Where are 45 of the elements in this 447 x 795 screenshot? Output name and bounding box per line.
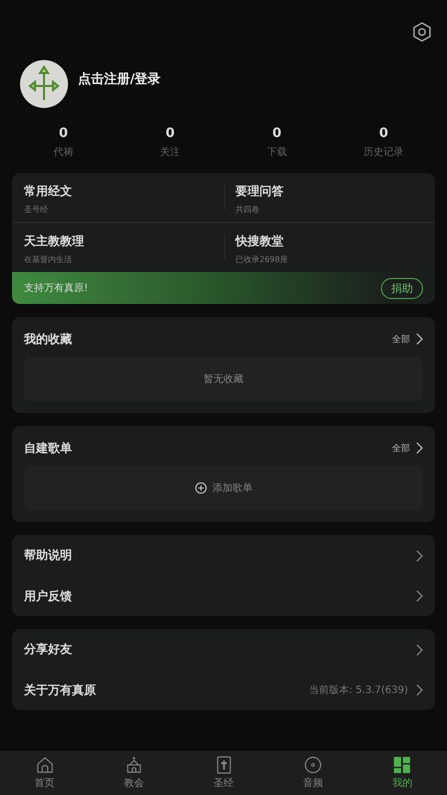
disc-icon	[304, 756, 322, 774]
tab[interactable]: 圣经	[178, 751, 268, 795]
section-title: 自建歌单	[24, 440, 73, 456]
shortcut-title[interactable]: 要理问答	[236, 183, 423, 200]
shortcut-subtitle: 圣号经	[24, 204, 49, 215]
shortcut-subtitle: 在基督内生活	[24, 254, 73, 265]
chevron-right-icon[interactable]	[416, 644, 423, 656]
stat-value[interactable]: 0	[58, 126, 68, 141]
shortcut-subtitle: 已收录2698座	[236, 254, 289, 265]
plus-circle-icon[interactable]	[194, 482, 206, 494]
add-playlist-label[interactable]: 添加歌单	[212, 481, 252, 495]
tab[interactable]: 首页	[0, 751, 90, 795]
avatar[interactable]	[20, 60, 68, 108]
shortcut-title[interactable]: 快搜教堂	[236, 233, 423, 250]
stat-value[interactable]: 0	[272, 126, 282, 141]
house-icon	[36, 756, 54, 774]
grid-icon	[393, 756, 412, 774]
chevron-right-icon[interactable]	[416, 442, 423, 454]
section-title: 我的收藏	[24, 330, 73, 348]
menu-item[interactable]: 帮助说明	[24, 547, 416, 564]
menu-item[interactable]: 关于万有真原	[24, 682, 310, 698]
church-icon	[125, 756, 144, 774]
chevron-right-icon[interactable]	[416, 590, 423, 602]
version-text: 当前版本: 5.3.7(639)	[309, 684, 408, 697]
see-all-link[interactable]: 全部	[392, 332, 410, 346]
see-all-link[interactable]: 全部	[392, 442, 410, 454]
book-cross-icon	[214, 756, 233, 774]
menu-item[interactable]: 分享好友	[24, 641, 416, 658]
settings-icon[interactable]	[412, 22, 432, 42]
shortcut-title[interactable]: 常用经文	[24, 183, 212, 200]
empty-message: 暂无收藏	[204, 372, 244, 386]
menu-item[interactable]: 用户反馈	[24, 588, 416, 604]
chevron-right-icon[interactable]	[416, 550, 423, 562]
login-link[interactable]: 点击注册/登录	[78, 70, 161, 88]
stat-value[interactable]: 0	[166, 126, 175, 141]
chevron-right-icon[interactable]	[416, 333, 423, 345]
shortcut-subtitle: 共四卷	[236, 204, 260, 215]
stat-value[interactable]: 0	[379, 126, 388, 141]
chevron-right-icon[interactable]	[416, 684, 423, 696]
shortcut-title[interactable]: 天主教教理	[24, 233, 212, 250]
tab[interactable]: 音频	[268, 751, 358, 795]
donate-button[interactable]: 捐助	[381, 278, 423, 298]
tab[interactable]: 教会	[89, 751, 179, 795]
tab[interactable]: 我的	[358, 751, 447, 795]
banner-text: 支持万有真原!	[24, 282, 88, 295]
